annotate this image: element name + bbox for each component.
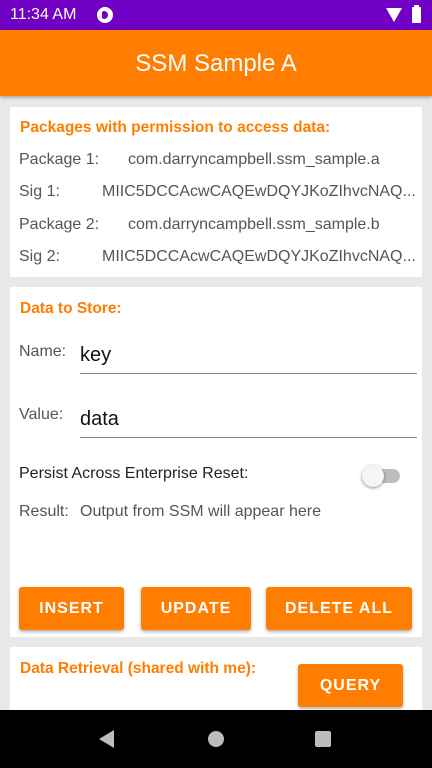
sig-1-label: Sig 1: — [19, 183, 60, 200]
sig-2-value: MIIC5DCCAcwCAQEwDQYJKoZIhvcNAQ... — [102, 248, 416, 265]
status-time: 11:34 AM — [10, 6, 77, 23]
status-bar: 11:34 AM — [0, 0, 432, 30]
retrieval-card: Data Retrieval (shared with me): QUERY — [10, 647, 422, 717]
persist-label: Persist Across Enterprise Reset: — [19, 465, 249, 482]
package-1-label: Package 1: — [19, 151, 100, 168]
value-input[interactable] — [80, 402, 417, 436]
package-1-value: com.darryncampbell.ssm_sample.a — [128, 151, 380, 168]
store-card: Data to Store: Name: Value: Persist Acro… — [10, 287, 422, 637]
home-icon[interactable] — [208, 731, 224, 747]
result-label: Result: — [19, 503, 69, 520]
value-label: Value: — [19, 406, 64, 423]
delete-all-button[interactable]: DELETE ALL — [266, 587, 412, 630]
wifi-icon — [386, 8, 402, 22]
packages-title: Packages with permission to access data: — [20, 119, 331, 136]
app-bar: SSM Sample A — [0, 30, 432, 96]
name-input[interactable] — [80, 338, 417, 372]
name-field-wrapper — [80, 338, 417, 374]
update-button[interactable]: UPDATE — [141, 587, 251, 630]
app-notification-icon — [97, 7, 113, 23]
query-button[interactable]: QUERY — [298, 664, 403, 707]
sig-2-label: Sig 2: — [19, 248, 60, 265]
packages-card: Packages with permission to access data:… — [10, 107, 422, 277]
toggle-thumb — [362, 465, 384, 487]
package-2-label: Package 2: — [19, 216, 100, 233]
back-icon[interactable] — [99, 730, 114, 748]
persist-toggle[interactable] — [362, 463, 402, 487]
name-label: Name: — [19, 343, 67, 360]
app-title: SSM Sample A — [135, 50, 297, 77]
battery-icon — [412, 5, 421, 23]
sig-1-value: MIIC5DCCAcwCAQEwDQYJKoZIhvcNAQ... — [102, 183, 416, 200]
recents-icon[interactable] — [315, 731, 331, 747]
value-field-wrapper — [80, 402, 417, 438]
store-title: Data to Store: — [20, 300, 122, 317]
result-text: Output from SSM will appear here — [80, 503, 321, 520]
navigation-bar — [0, 710, 432, 768]
insert-button[interactable]: INSERT — [19, 587, 124, 630]
retrieval-title: Data Retrieval (shared with me): — [20, 660, 257, 677]
package-2-value: com.darryncampbell.ssm_sample.b — [128, 216, 380, 233]
